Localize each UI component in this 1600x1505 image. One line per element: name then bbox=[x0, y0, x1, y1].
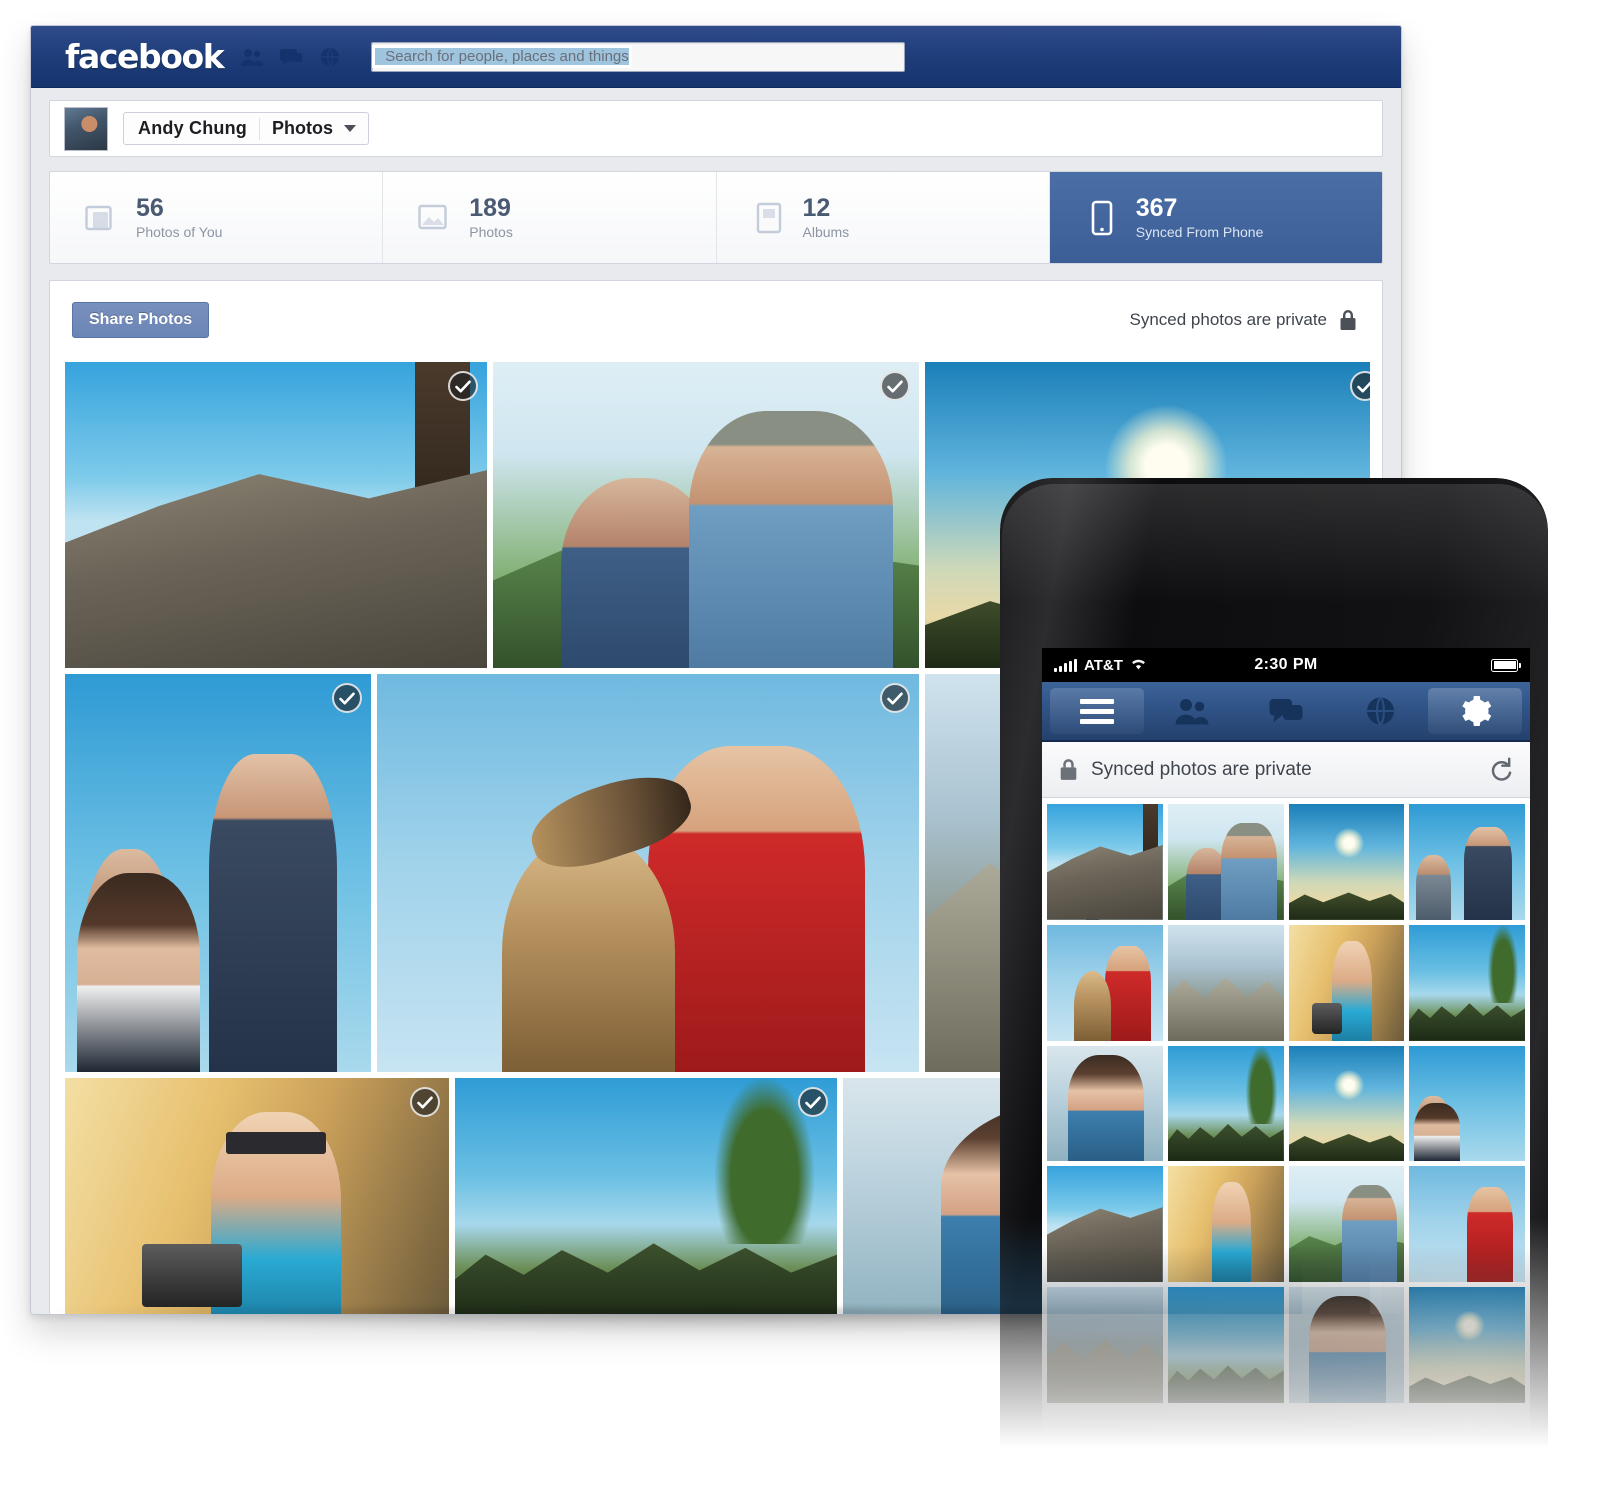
checkmark-icon[interactable] bbox=[880, 683, 910, 713]
messages-icon[interactable] bbox=[1239, 688, 1333, 734]
stat-label: Synced From Phone bbox=[1135, 224, 1264, 241]
phone-thumb[interactable] bbox=[1409, 1045, 1525, 1162]
stat-label: Albums bbox=[802, 224, 850, 241]
checkmark-icon[interactable] bbox=[1350, 371, 1370, 401]
refresh-icon[interactable] bbox=[1488, 756, 1514, 784]
checkmark-icon[interactable] bbox=[332, 683, 362, 713]
photos-of-you-icon bbox=[82, 198, 122, 238]
profile-name[interactable]: Andy Chung bbox=[138, 118, 247, 139]
checkmark-icon[interactable] bbox=[448, 371, 478, 401]
tab-albums[interactable]: 12 Albums bbox=[717, 172, 1050, 263]
phone-thumb[interactable] bbox=[1047, 804, 1163, 920]
phone-thumb[interactable] bbox=[1288, 924, 1405, 1041]
tab-photos[interactable]: 189 Photos bbox=[383, 172, 717, 263]
checkmark-icon[interactable] bbox=[798, 1087, 828, 1117]
avatar[interactable] bbox=[64, 106, 108, 151]
phone-privacy-text: Synced photos are private bbox=[1091, 758, 1312, 780]
share-photos-button[interactable]: Share Photos bbox=[72, 302, 210, 338]
tab-photos-of-you[interactable]: 56 Photos of You bbox=[50, 172, 384, 263]
photos-toolbar: Share Photos Synced photos are private bbox=[50, 281, 1382, 359]
search-box[interactable]: Search for people, places and things bbox=[371, 41, 906, 72]
phone-screen: AT&T 2:30 PM Synced photos are private bbox=[1042, 648, 1530, 1478]
stat-count: 189 bbox=[469, 193, 511, 222]
phone-thumb[interactable] bbox=[1167, 804, 1284, 920]
globe-notifications-icon[interactable] bbox=[1333, 688, 1427, 734]
phone-nav-bar bbox=[1042, 682, 1530, 742]
phone-thumb[interactable] bbox=[1409, 924, 1525, 1041]
divider bbox=[258, 117, 260, 140]
phone-thumb[interactable] bbox=[1167, 1045, 1284, 1162]
phone-thumb[interactable] bbox=[1288, 1166, 1405, 1282]
top-bar-nav-icons bbox=[237, 43, 345, 71]
phone-mockup: AT&T 2:30 PM Synced photos are private bbox=[1000, 478, 1550, 1478]
phone-thumb[interactable] bbox=[1409, 1287, 1525, 1403]
checkmark-icon[interactable] bbox=[410, 1087, 440, 1117]
photo-stats-tabs: 56 Photos of You 189 Photos 12 Albums 36… bbox=[49, 171, 1383, 264]
stat-count: 56 bbox=[136, 193, 164, 222]
privacy-note-text: Synced photos are private bbox=[1129, 310, 1327, 329]
phone-thumb[interactable] bbox=[1409, 804, 1525, 920]
search-input[interactable]: Search for people, places and things bbox=[372, 45, 632, 68]
phone-thumb[interactable] bbox=[1047, 1287, 1163, 1403]
phone-thumb[interactable] bbox=[1167, 1287, 1284, 1403]
privacy-note: Synced photos are private bbox=[1129, 308, 1358, 332]
phone-thumb[interactable] bbox=[1167, 924, 1284, 1041]
photo-tile[interactable] bbox=[62, 359, 490, 671]
battery-full-icon bbox=[1491, 658, 1521, 672]
photo-tile[interactable] bbox=[62, 671, 374, 1075]
phone-icon bbox=[1082, 198, 1122, 238]
notifications-globe-icon[interactable] bbox=[315, 43, 345, 71]
facebook-logo[interactable]: facebook bbox=[65, 37, 225, 76]
phone-thumb[interactable] bbox=[1288, 1045, 1405, 1162]
photo-tile[interactable] bbox=[490, 359, 922, 671]
stat-count: 12 bbox=[802, 193, 831, 222]
tab-synced-from-phone[interactable]: 367 Synced From Phone bbox=[1049, 172, 1382, 263]
phone-thumb[interactable] bbox=[1047, 1166, 1163, 1282]
hamburger-menu-icon[interactable] bbox=[1050, 688, 1145, 734]
albums-icon bbox=[749, 198, 789, 238]
phone-thumb[interactable] bbox=[1047, 924, 1163, 1041]
chevron-down-icon[interactable] bbox=[343, 125, 356, 132]
phone-status-bar: AT&T 2:30 PM bbox=[1042, 648, 1530, 682]
lock-icon bbox=[1058, 757, 1079, 782]
phone-thumb[interactable] bbox=[1288, 1287, 1405, 1403]
messages-icon[interactable] bbox=[276, 43, 306, 71]
phone-thumb[interactable] bbox=[1047, 1045, 1163, 1162]
stat-label: Photos bbox=[469, 224, 513, 241]
profile-bar: Andy Chung Photos bbox=[49, 100, 1383, 157]
checkmark-icon[interactable] bbox=[880, 371, 910, 401]
profile-name-pill[interactable]: Andy Chung Photos bbox=[123, 112, 369, 145]
phone-thumb[interactable] bbox=[1288, 804, 1405, 920]
status-time: 2:30 PM bbox=[1254, 656, 1318, 673]
photo-tile[interactable] bbox=[452, 1075, 840, 1314]
gear-settings-icon[interactable] bbox=[1427, 688, 1523, 734]
phone-thumb[interactable] bbox=[1167, 1166, 1284, 1282]
facebook-top-bar: facebook Search for people, places and t… bbox=[31, 26, 1401, 88]
lock-icon bbox=[1338, 308, 1358, 332]
phone-thumb[interactable] bbox=[1409, 1166, 1525, 1282]
phone-photo-grid bbox=[1042, 798, 1530, 1409]
photos-icon bbox=[415, 198, 455, 238]
phone-privacy-bar: Synced photos are private bbox=[1042, 742, 1530, 798]
stat-label: Photos of You bbox=[136, 224, 223, 241]
friend-requests-icon[interactable] bbox=[237, 43, 267, 71]
friend-requests-icon[interactable] bbox=[1144, 688, 1238, 734]
stat-count: 367 bbox=[1135, 193, 1178, 222]
profile-section-label[interactable]: Photos bbox=[272, 118, 333, 139]
screenshot-stage: facebook Search for people, places and t… bbox=[0, 0, 1600, 1505]
photo-tile[interactable] bbox=[62, 1075, 452, 1314]
photo-tile[interactable] bbox=[374, 671, 922, 1075]
